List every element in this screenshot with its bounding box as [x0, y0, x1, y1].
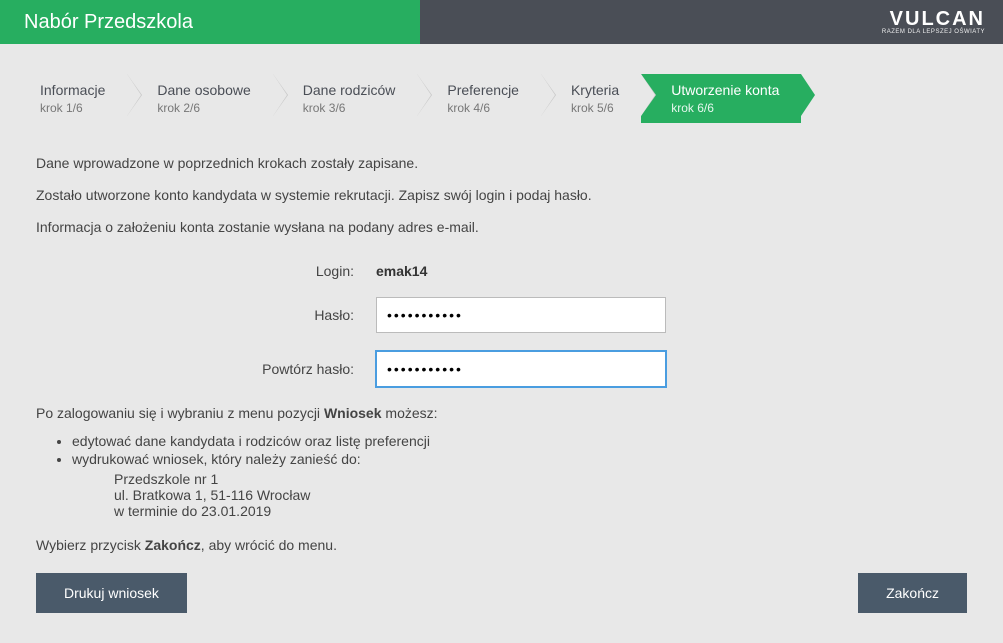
- step-sub: krok 3/6: [303, 101, 396, 115]
- footer-c: , aby wrócić do menu.: [201, 537, 337, 553]
- password-repeat-input-wrap: [376, 351, 666, 387]
- step-title: Dane osobowe: [157, 82, 250, 99]
- password-repeat-label: Powtórz hasło:: [36, 361, 376, 377]
- post-intro-b: Wniosek: [324, 405, 382, 421]
- password-input[interactable]: [376, 297, 666, 333]
- step-sub: krok 6/6: [671, 101, 779, 115]
- app-title: Nabór Przedszkola: [0, 0, 420, 44]
- logo-subtext: RAZEM DLA LEPSZEJ OŚWIATY: [882, 29, 985, 35]
- step-3[interactable]: Dane rodziców krok 3/6: [273, 74, 418, 123]
- password-label: Hasło:: [36, 307, 376, 323]
- deadline: w terminie do 23.01.2019: [114, 503, 967, 519]
- info-list: edytować dane kandydata i rodziców oraz …: [72, 433, 967, 467]
- step-title: Kryteria: [571, 82, 619, 99]
- step-title: Dane rodziców: [303, 82, 396, 99]
- step-title: Preferencje: [447, 82, 519, 99]
- address: ul. Bratkowa 1, 51-116 Wrocław: [114, 487, 967, 503]
- main-panel: Dane wprowadzone w poprzednich krokach z…: [36, 155, 967, 613]
- password-input-wrap: [376, 297, 666, 333]
- step-5[interactable]: Kryteria krok 5/6: [541, 74, 641, 123]
- logo: VULCAN RAZEM DLA LEPSZEJ OŚWIATY: [864, 0, 1003, 44]
- step-sub: krok 4/6: [447, 101, 519, 115]
- footer-text: Wybierz przycisk Zakończ, aby wrócić do …: [36, 537, 967, 553]
- top-bar: Nabór Przedszkola VULCAN RAZEM DLA LEPSZ…: [0, 0, 1003, 44]
- login-row: Login: emak14: [36, 263, 967, 279]
- info-line-1: Dane wprowadzone w poprzednich krokach z…: [36, 155, 967, 171]
- step-1[interactable]: Informacje krok 1/6: [36, 74, 127, 123]
- post-intro-c: możesz:: [382, 405, 438, 421]
- login-value: emak14: [376, 263, 427, 279]
- sub-lines: Przedszkole nr 1 ul. Bratkowa 1, 51-116 …: [114, 471, 967, 519]
- content: Informacje krok 1/6 Dane osobowe krok 2/…: [0, 44, 1003, 643]
- step-6-active[interactable]: Utworzenie konta krok 6/6: [641, 74, 801, 123]
- print-button[interactable]: Drukuj wniosek: [36, 573, 187, 613]
- post-intro-a: Po zalogowaniu się i wybraniu z menu poz…: [36, 405, 324, 421]
- list-item: wydrukować wniosek, który należy zanieść…: [72, 451, 967, 467]
- footer-a: Wybierz przycisk: [36, 537, 145, 553]
- place-name: Przedszkole nr 1: [114, 471, 967, 487]
- login-label: Login:: [36, 263, 376, 279]
- logo-text: VULCAN: [890, 9, 985, 29]
- list-item: edytować dane kandydata i rodziców oraz …: [72, 433, 967, 449]
- step-title: Utworzenie konta: [671, 82, 779, 99]
- button-row: Drukuj wniosek Zakończ: [36, 573, 967, 613]
- footer-b: Zakończ: [145, 537, 201, 553]
- password-row: Hasło:: [36, 297, 967, 333]
- info-line-3: Informacja o założeniu konta zostanie wy…: [36, 219, 967, 235]
- step-sub: krok 2/6: [157, 101, 250, 115]
- step-sub: krok 5/6: [571, 101, 619, 115]
- step-progress: Informacje krok 1/6 Dane osobowe krok 2/…: [36, 74, 967, 123]
- step-sub: krok 1/6: [40, 101, 105, 115]
- step-4[interactable]: Preferencje krok 4/6: [417, 74, 541, 123]
- finish-button[interactable]: Zakończ: [858, 573, 967, 613]
- step-title: Informacje: [40, 82, 105, 99]
- info-line-2: Zostało utworzone konto kandydata w syst…: [36, 187, 967, 203]
- post-intro: Po zalogowaniu się i wybraniu z menu poz…: [36, 405, 967, 421]
- password-repeat-input[interactable]: [376, 351, 666, 387]
- password-repeat-row: Powtórz hasło:: [36, 351, 967, 387]
- step-2[interactable]: Dane osobowe krok 2/6: [127, 74, 272, 123]
